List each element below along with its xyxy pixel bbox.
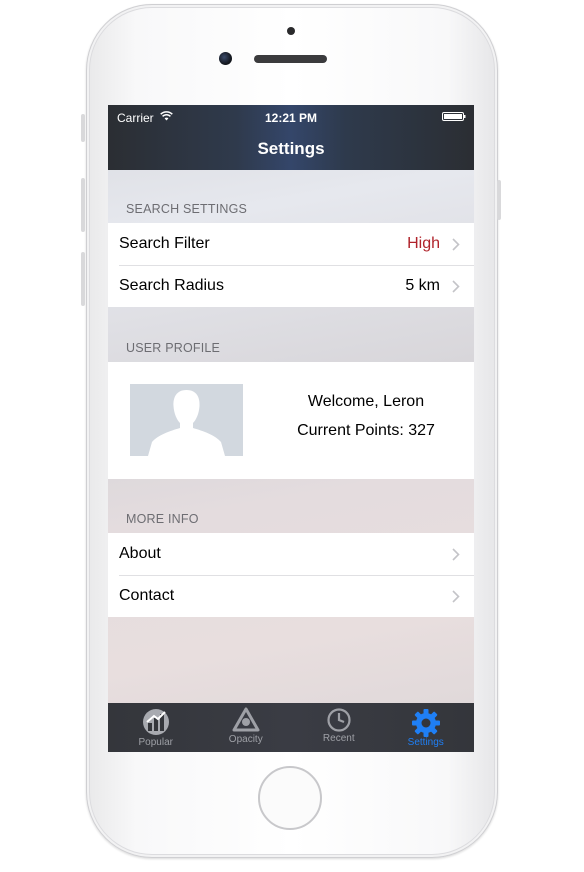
mute-switch <box>81 114 85 142</box>
popular-chart-icon <box>142 709 169 735</box>
person-silhouette-icon <box>148 390 225 456</box>
volume-up-button <box>81 178 85 232</box>
tab-recent-label: Recent <box>322 733 355 744</box>
page-title: Settings <box>257 139 325 158</box>
points-text: Current Points: 327 <box>297 422 435 439</box>
home-button[interactable] <box>258 766 322 830</box>
chevron-right-icon <box>452 237 460 251</box>
tab-settings-label: Settings <box>407 737 444 748</box>
status-time: 12:21 PM <box>264 111 318 125</box>
tab-opacity[interactable]: Opacity <box>200 703 292 752</box>
search-radius-value: 5 km <box>405 277 440 294</box>
earpiece-speaker <box>254 55 327 63</box>
proximity-sensor <box>287 27 295 35</box>
search-settings-header: SEARCH SETTINGS <box>126 202 248 216</box>
search-filter-value: High <box>407 235 440 252</box>
chevron-right-icon <box>452 589 460 603</box>
more-info-group: About Contact <box>108 533 474 617</box>
search-settings-group: Search Filter High Search Radius 5 km <box>108 223 474 307</box>
contact-row[interactable]: Contact <box>108 575 474 617</box>
avatar[interactable] <box>130 384 243 456</box>
more-info-header: MORE INFO <box>126 512 199 526</box>
opacity-triangle-icon <box>232 707 260 732</box>
search-filter-label: Search Filter <box>119 235 210 252</box>
screen: Carrier 12:21 PM Settings SEARCH SETTING… <box>108 105 474 752</box>
search-filter-row[interactable]: Search Filter High <box>108 223 474 265</box>
about-row[interactable]: About <box>108 533 474 575</box>
contact-label: Contact <box>119 587 175 604</box>
chevron-right-icon <box>452 279 460 293</box>
tab-bar: Popular Opacity Recent Settings <box>108 703 474 752</box>
clock-icon <box>327 708 351 732</box>
tab-settings[interactable]: Settings <box>380 703 472 752</box>
chevron-right-icon <box>452 547 460 561</box>
power-button <box>497 180 501 220</box>
tab-popular-label: Popular <box>138 737 173 748</box>
gear-icon <box>411 709 440 737</box>
tab-opacity-label: Opacity <box>228 734 263 745</box>
battery-icon <box>442 112 466 121</box>
search-radius-label: Search Radius <box>119 277 224 294</box>
volume-down-button <box>81 252 85 306</box>
welcome-text: Welcome, Leron <box>307 393 425 410</box>
user-profile-card: Welcome, Leron Current Points: 327 <box>108 362 474 479</box>
search-radius-row[interactable]: Search Radius 5 km <box>108 265 474 307</box>
tab-recent[interactable]: Recent <box>293 703 385 752</box>
tab-popular[interactable]: Popular <box>110 703 202 752</box>
user-profile-header: USER PROFILE <box>126 341 221 355</box>
front-camera <box>219 52 232 65</box>
about-label: About <box>119 545 161 562</box>
navigation-bar: Carrier 12:21 PM Settings <box>108 105 474 170</box>
